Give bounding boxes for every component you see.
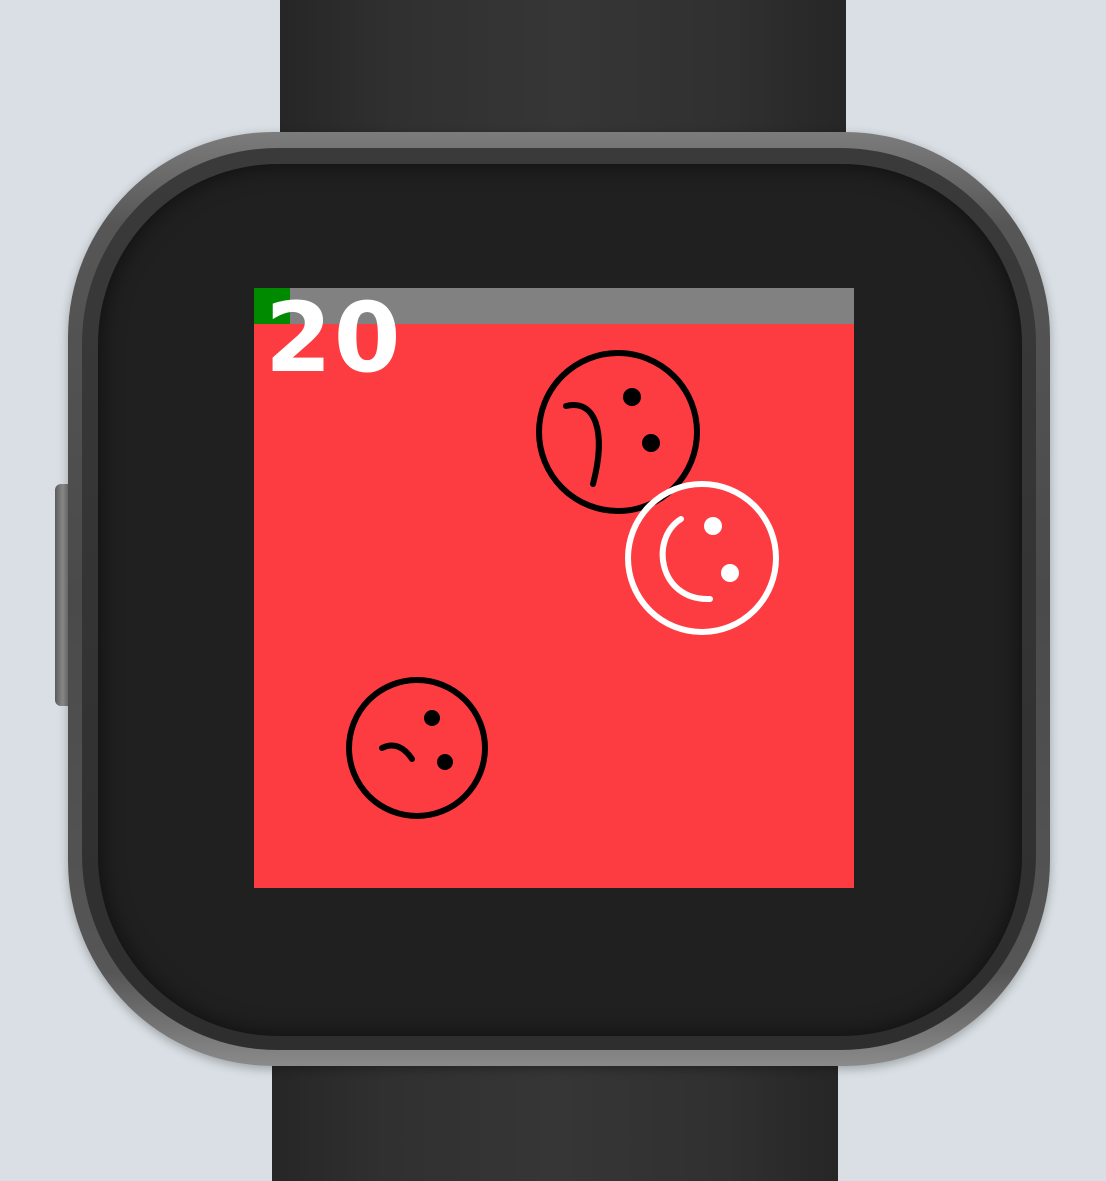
score-counter: 20 [265,288,403,394]
happy-face-icon[interactable] [623,479,781,637]
game-screen[interactable]: 20 [254,288,854,888]
sad-face-icon[interactable] [344,675,490,821]
